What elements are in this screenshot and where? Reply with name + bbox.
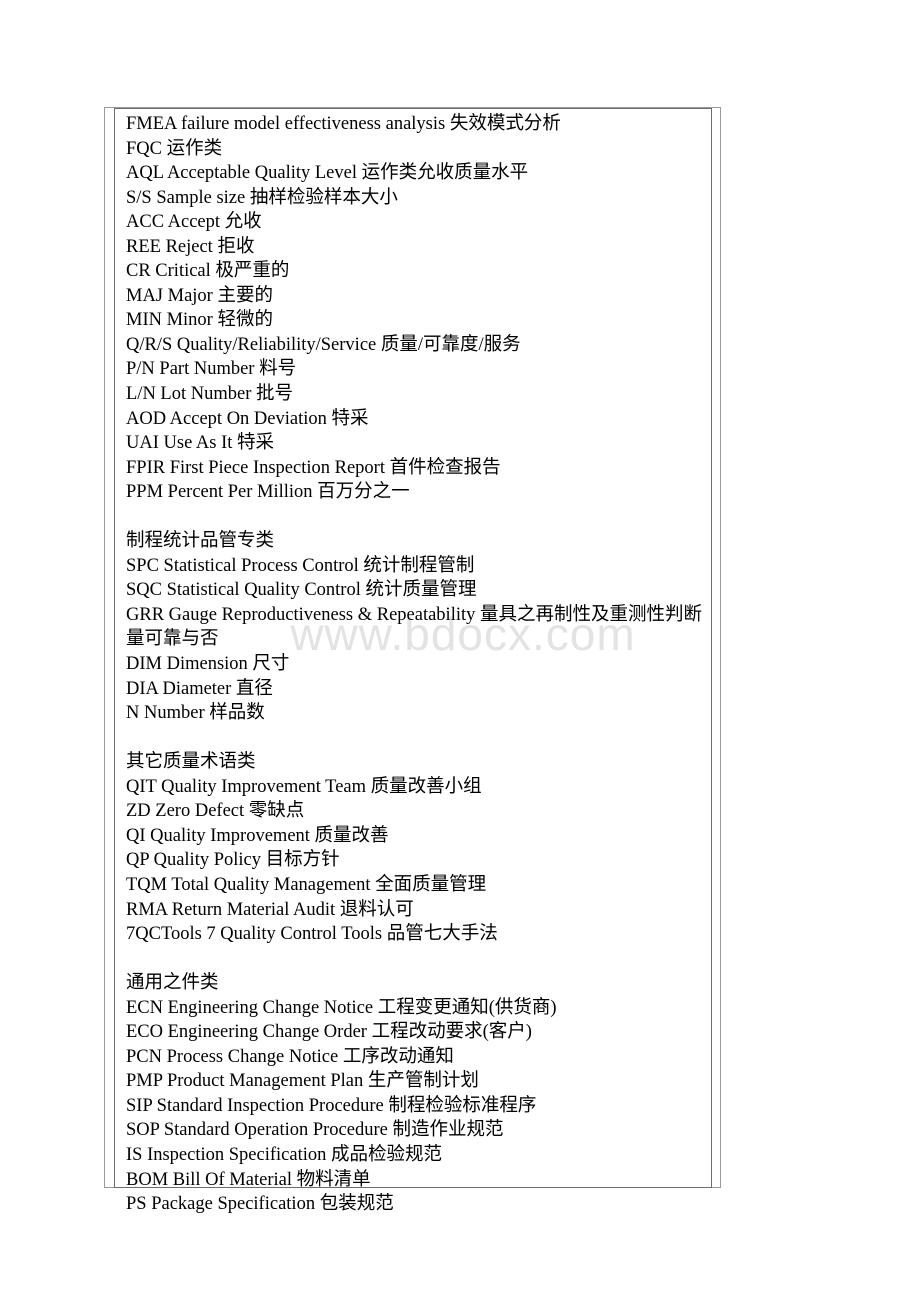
glossary-line: PMP Product Management Plan 生产管制计划 [126,1071,479,1092]
glossary-line: RMA Return Material Audit 退料认可 [126,899,414,920]
glossary-line: AOD Accept On Deviation 特采 [126,408,369,429]
glossary-line: UAI Use As It 特采 [126,433,274,454]
glossary-line: MIN Minor 轻微的 [126,310,273,331]
glossary-line: ECN Engineering Change Notice 工程变更通知(供货商… [126,997,557,1018]
glossary-line: QIT Quality Improvement Team 质量改善小组 [126,776,482,797]
glossary-line-list: FMEA failure model effectiveness analysi… [126,112,704,1217]
glossary-line: MAJ Major 主要的 [126,285,273,306]
glossary-line: SOP Standard Operation Procedure 制造作业规范 [126,1120,504,1141]
glossary-line: FPIR First Piece Inspection Report 首件检查报… [126,457,501,478]
glossary-line: SPC Statistical Process Control 统计制程管制 [126,555,475,576]
glossary-line: SIP Standard Inspection Procedure 制程检验标准… [126,1095,537,1116]
glossary-line: N Number 样品数 [126,703,265,724]
glossary-line: PS Package Specification 包装规范 [126,1194,394,1215]
section-heading: 制程统计品管专类 [126,531,275,552]
glossary-line: ZD Zero Defect 零缺点 [126,801,305,822]
glossary-line: S/S Sample size 抽样检验样本大小 [126,187,398,208]
glossary-line: QP Quality Policy 目标方针 [126,850,340,871]
glossary-line: TQM Total Quality Management 全面质量管理 [126,874,487,895]
glossary-line: 7QCTools 7 Quality Control Tools 品管七大手法 [126,924,498,945]
glossary-line: L/N Lot Number 批号 [126,384,293,405]
glossary-line: ACC Accept 允收 [126,212,262,233]
glossary-line: DIM Dimension 尺寸 [126,654,290,675]
glossary-line: PCN Process Change Notice 工序改动通知 [126,1046,454,1067]
glossary-line: DIA Diameter 直径 [126,678,273,699]
section-heading: 其它质量术语类 [126,752,256,773]
glossary-line: FQC 运作类 [126,138,223,159]
text-box-frame: FMEA failure model effectiveness analysi… [114,108,712,1214]
glossary-line: Q/R/S Quality/Reliability/Service 质量/可靠度… [126,334,521,355]
glossary-line: GRR Gauge Reproductiveness & Repeatabili… [126,604,702,650]
document-page: www.bdocx.com FMEA failure model effecti… [0,0,920,1302]
glossary-line: AQL Acceptable Quality Level 运作类允收质量水平 [126,163,529,184]
section-heading: 通用之件类 [126,973,219,994]
glossary-line: FMEA failure model effectiveness analysi… [126,114,561,134]
glossary-line: P/N Part Number 料号 [126,359,297,380]
glossary-line: SQC Statistical Quality Control 统计质量管理 [126,580,477,601]
glossary-line: ECO Engineering Change Order 工程改动要求(客户) [126,1022,532,1043]
glossary-line: PPM Percent Per Million 百万分之一 [126,482,410,503]
glossary-line: BOM Bill Of Material 物料清单 [126,1169,371,1190]
glossary-line: CR Critical 极严重的 [126,261,290,282]
glossary-line: REE Reject 拒收 [126,236,255,257]
glossary-line: QI Quality Improvement 质量改善 [126,825,389,846]
glossary-line: IS Inspection Specification 成品检验规范 [126,1144,442,1165]
